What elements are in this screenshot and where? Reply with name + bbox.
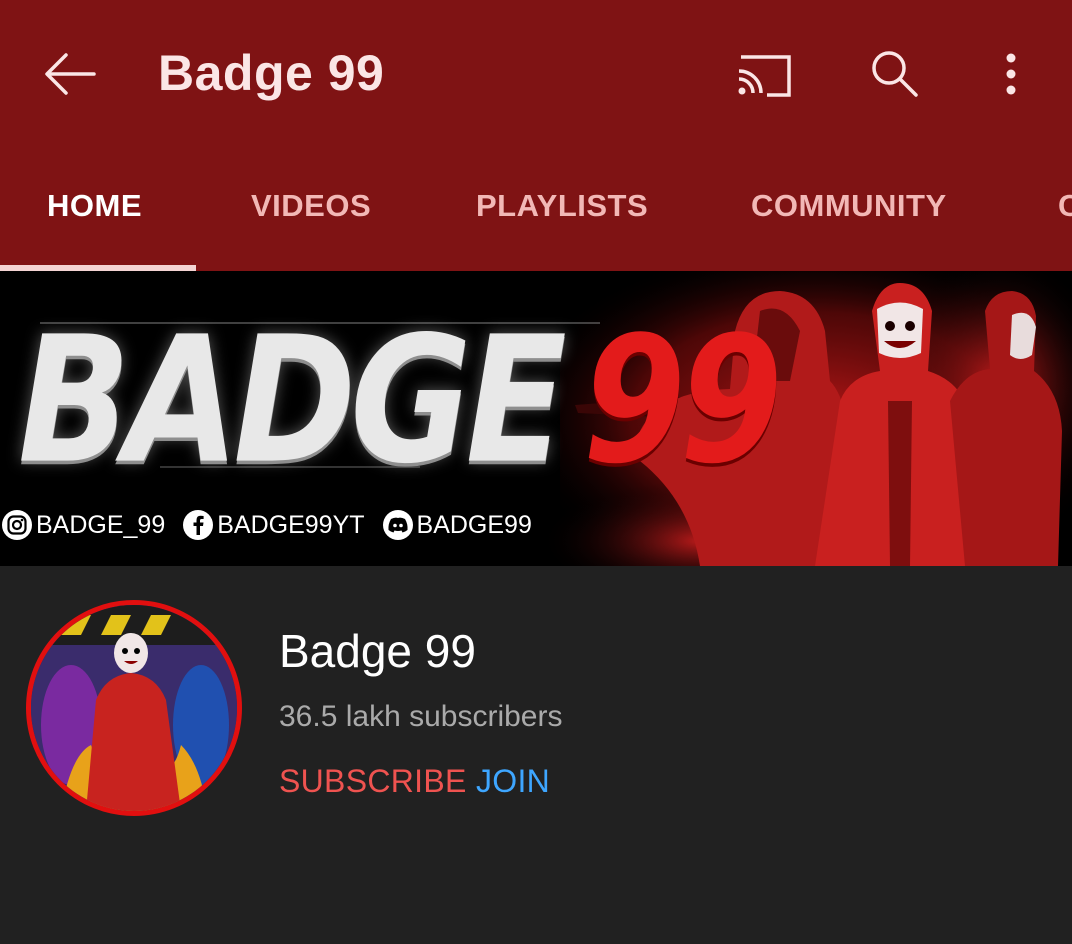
social-handle: BADGE99	[416, 510, 532, 539]
avatar[interactable]	[26, 600, 242, 816]
social-facebook: BADGE99YT	[183, 510, 365, 540]
instagram-icon	[2, 510, 32, 540]
social-discord: BADGE99	[382, 510, 532, 540]
cast-button[interactable]	[731, 44, 795, 104]
avatar-artwork	[31, 605, 237, 811]
page-title: Badge 99	[158, 45, 385, 101]
cast-icon	[738, 55, 791, 97]
channel-header: Badge 99 36.5 lakh subscribers SUBSCRIBE…	[0, 566, 1072, 944]
more-options-button[interactable]	[979, 44, 1043, 104]
tab-playlists[interactable]: PLAYLISTS	[476, 188, 648, 228]
discord-icon	[382, 510, 413, 540]
tab-channels[interactable]: C	[1058, 188, 1072, 228]
tab-home[interactable]: HOME	[47, 188, 142, 228]
search-icon	[872, 51, 918, 97]
social-instagram: BADGE_99	[2, 510, 165, 540]
banner-logo-number: 99	[582, 299, 783, 502]
app-bar: Badge 99	[0, 0, 1072, 150]
tab-videos[interactable]: VIDEOS	[251, 188, 371, 228]
facebook-icon	[183, 510, 214, 540]
banner-logo: BADGE 99	[18, 299, 783, 523]
more-vertical-icon	[1006, 53, 1016, 95]
banner-logo-word: BADGE	[18, 299, 567, 502]
social-handle: BADGE99YT	[217, 510, 365, 539]
tab-community[interactable]: COMMUNITY	[751, 188, 947, 228]
banner-socials: BADGE_99 BADGE99YT BADGE99	[2, 507, 550, 543]
social-handle: BADGE_99	[36, 510, 166, 539]
subscriber-count: 36.5 lakh subscribers	[279, 700, 563, 733]
channel-banner: BADGE 99 BADGE_99 BADGE99YT BADGE99	[0, 271, 1072, 566]
join-button[interactable]: JOIN	[476, 763, 550, 800]
subscribe-button[interactable]: SUBSCRIBE	[279, 763, 467, 800]
channel-tabs: HOME VIDEOS PLAYLISTS COMMUNITY C	[0, 150, 1072, 271]
search-button[interactable]	[862, 44, 926, 104]
back-button[interactable]	[40, 46, 100, 102]
arrow-left-icon	[45, 53, 96, 95]
channel-name: Badge 99	[279, 625, 476, 677]
